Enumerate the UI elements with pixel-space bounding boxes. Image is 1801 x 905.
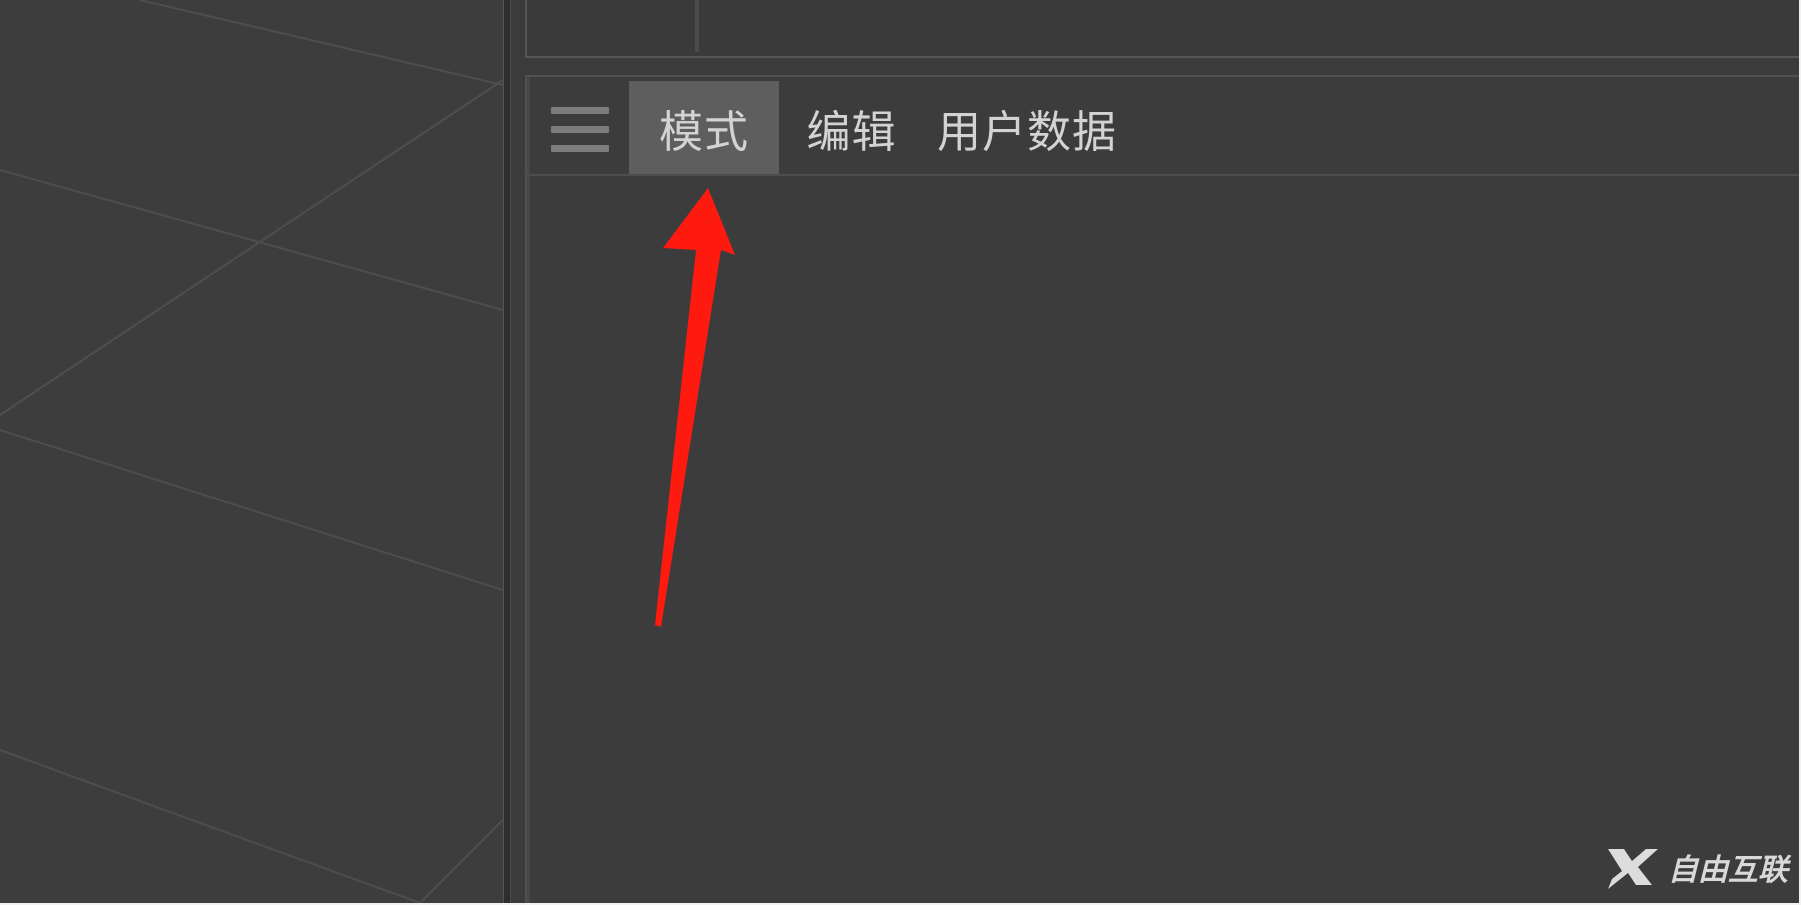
panel-edge	[527, 77, 530, 903]
grid-line	[0, 749, 421, 903]
grid-line	[0, 429, 503, 591]
tab-mode[interactable]: 模式	[629, 81, 779, 174]
properties-panel: 模式 编辑 用户数据	[525, 75, 1801, 903]
3d-viewport[interactable]	[0, 0, 503, 903]
tab-user-data[interactable]: 用户数据	[927, 81, 1127, 174]
tab-edit[interactable]: 编辑	[779, 81, 924, 174]
grid-line	[0, 79, 503, 416]
grid-line	[0, 169, 503, 311]
top-panel	[525, 0, 1801, 58]
watermark: 自由互联	[1602, 845, 1788, 889]
viewport-grid	[0, 0, 503, 903]
grid-line	[419, 819, 503, 903]
panel-splitter[interactable]	[503, 0, 511, 903]
hamburger-menu-icon[interactable]	[551, 107, 609, 153]
tab-bar: 模式 编辑 用户数据	[527, 81, 1801, 176]
watermark-text: 自由互联	[1668, 853, 1788, 888]
top-panel-divider	[695, 0, 699, 52]
grid-line	[139, 0, 503, 86]
x-logo-icon	[1608, 849, 1658, 889]
app-window: 模式 编辑 用户数据 自由互联	[0, 0, 1801, 903]
